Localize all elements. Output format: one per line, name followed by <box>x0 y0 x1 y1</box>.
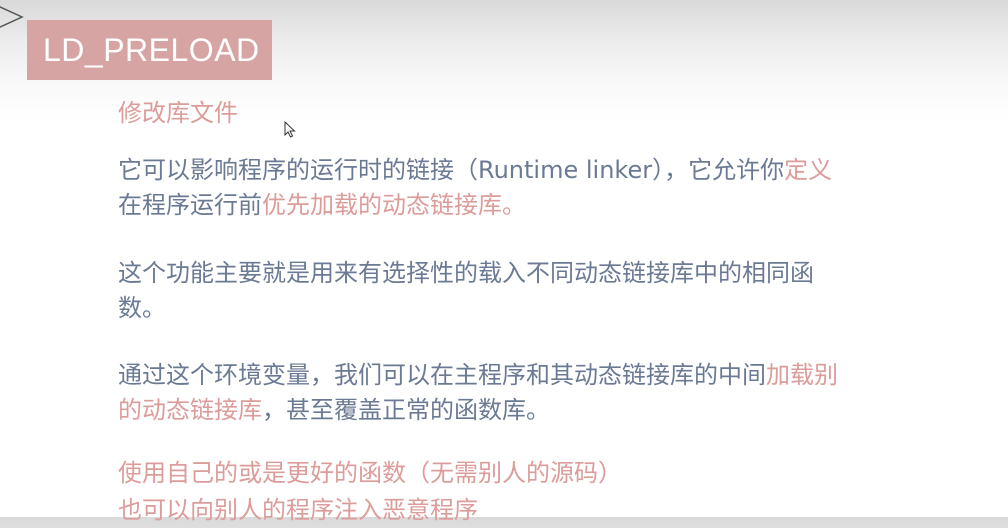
paragraph-env-variable: 通过这个环境变量，我们可以在主程序和其动态链接库的中间加载别的动态链接库，甚至覆… <box>118 358 848 428</box>
paragraph-1-text-b: 在程序运行前 <box>118 191 262 219</box>
slide-content: 修改库文件 它可以影响程序的运行时的链接（Runtime linker），它允许… <box>118 96 848 528</box>
bullet-custom-functions: 使用自己的或是更好的函数（无需别人的源码） <box>118 459 622 487</box>
triangle-arrow-icon <box>0 6 24 28</box>
paragraph-1-highlight-a: 定义 <box>784 156 833 184</box>
paragraph-1-highlight-b: 优先加载的动态链接库。 <box>262 191 526 219</box>
paragraph-selective-load: 这个功能主要就是用来有选择性的载入不同动态链接库中的相同函数。 <box>118 259 814 322</box>
slide-subheading: 修改库文件 <box>118 99 238 127</box>
mouse-cursor-icon <box>284 121 296 138</box>
paragraph-3-text: 通过这个环境变量，我们可以在主程序和其动态链接库的中间 <box>118 361 766 389</box>
slide-title-box: LD_PRELOAD <box>27 20 272 80</box>
paragraph-3-text-b: ，甚至覆盖正常的函数库。 <box>262 396 550 424</box>
bullet-inject-malicious: 也可以向别人的程序注入恶意程序 <box>118 496 478 524</box>
paragraph-runtime-linker: 它可以影响程序的运行时的链接（Runtime linker），它允许你定义在程序… <box>118 153 848 223</box>
paragraph-1-text: 它可以影响程序的运行时的链接（Runtime linker），它允许你 <box>118 156 785 184</box>
slide-title: LD_PRELOAD <box>43 31 260 68</box>
